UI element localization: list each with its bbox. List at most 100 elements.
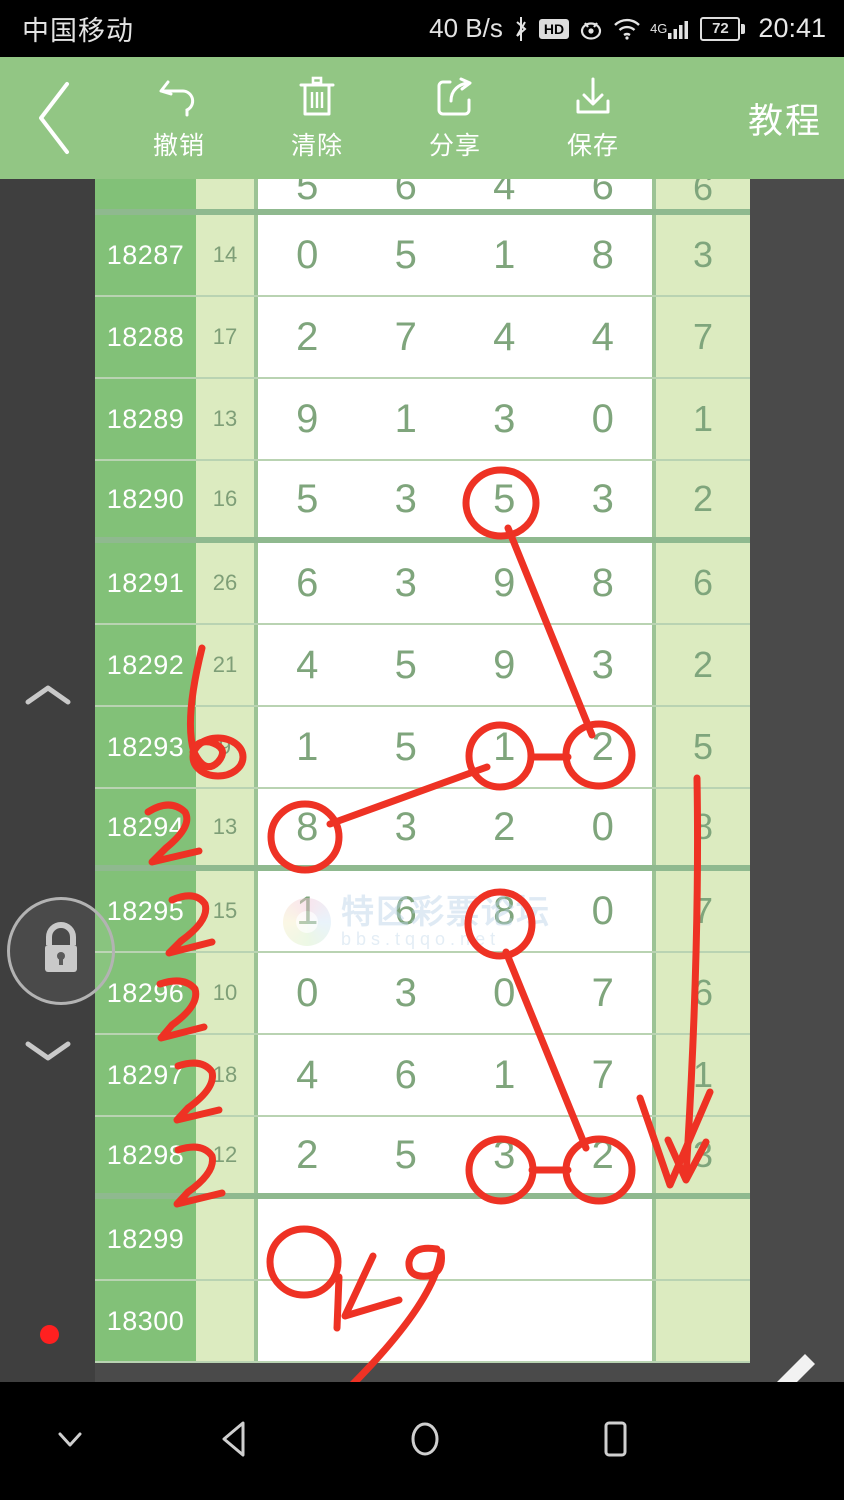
table-row[interactable]: 18289 13 9 1 3 0 1 [95,379,750,461]
digit-cell[interactable]: 4 [455,297,554,377]
lottery-sheet[interactable]: 5 6 4 6 6 18287 14 0 5 1 8 3 18288 17 2 7 4 4 7 18289 13 9 1 3 0… [0,179,844,1382]
table-row[interactable]: 18287 14 0 5 1 8 3 [95,215,750,297]
digit-cell[interactable]: 5 [258,179,357,209]
digit-cell[interactable]: 1 [455,215,554,295]
table-row[interactable]: 18288 17 2 7 4 4 7 [95,297,750,379]
digit-cell[interactable]: 8 [554,543,653,623]
table-row[interactable]: 18294 13 8 3 2 0 8 [95,789,750,871]
digit-cell[interactable] [357,1281,456,1361]
digit-cell[interactable] [455,1199,554,1279]
digit-cell[interactable]: 4 [554,297,653,377]
digit-cell[interactable] [357,1199,456,1279]
digit-cell[interactable]: 2 [554,707,653,787]
table-row[interactable]: 18300 [95,1281,750,1363]
digit-cell[interactable]: 0 [455,953,554,1033]
digit-cell[interactable]: 0 [258,953,357,1033]
digit-cell[interactable]: 5 [357,625,456,705]
digit-cell[interactable]: 3 [357,953,456,1033]
cell-digits[interactable]: 4593 [254,625,656,705]
digit-cell[interactable]: 0 [554,789,653,865]
nav-home-button[interactable] [330,1382,520,1500]
back-button[interactable] [0,57,110,179]
digit-cell[interactable]: 6 [258,543,357,623]
cell-digits[interactable]: 0307 [254,953,656,1033]
digit-cell[interactable]: 1 [258,707,357,787]
digit-cell[interactable]: 5 [357,215,456,295]
pen-color-swatch[interactable] [40,1325,59,1344]
table-row[interactable]: 18296 10 0 3 0 7 6 [95,953,750,1035]
digit-cell[interactable]: 2 [258,297,357,377]
save-button[interactable]: 保存 [524,57,662,179]
digit-cell[interactable]: 3 [455,379,554,459]
digit-cell[interactable]: 8 [554,215,653,295]
table-row[interactable]: 18298 12 2 5 3 2 3 [95,1117,750,1199]
digit-cell[interactable]: 7 [554,1035,653,1115]
digit-cell[interactable]: 2 [258,1117,357,1193]
table-row[interactable]: 18291 26 6 3 9 8 6 [95,543,750,625]
digit-cell[interactable]: 0 [554,871,653,951]
digit-cell[interactable]: 5 [357,1117,456,1193]
digit-cell[interactable] [554,1199,653,1279]
digit-cell[interactable] [554,1281,653,1361]
digit-cell[interactable]: 6 [357,871,456,951]
table-row[interactable]: 18290 16 5 3 5 3 2 [95,461,750,543]
table-row[interactable]: 18297 18 4 6 1 7 1 [95,1035,750,1117]
digit-cell[interactable]: 0 [258,215,357,295]
digit-cell[interactable]: 3 [357,461,456,537]
digit-cell[interactable]: 1 [357,379,456,459]
table-row[interactable]: 18292 21 4 5 9 3 2 [95,625,750,707]
cell-digits[interactable]: 2532 [254,1117,656,1193]
digit-cell[interactable]: 5 [258,461,357,537]
digit-cell[interactable]: 6 [554,179,653,209]
nav-back-button[interactable] [140,1382,330,1500]
share-button[interactable]: 分享 [386,57,524,179]
table-row[interactable]: 18293 9 1 5 1 2 5 [95,707,750,789]
digit-cell[interactable]: 5 [455,461,554,537]
digit-cell[interactable]: 3 [357,543,456,623]
digit-cell[interactable]: 3 [455,1117,554,1193]
tutorial-button[interactable]: 教程 [748,93,822,144]
digit-cell[interactable]: 4 [258,1035,357,1115]
digit-cell[interactable]: 7 [554,953,653,1033]
lock-button[interactable] [7,897,115,1005]
cell-digits[interactable]: 2744 [254,297,656,377]
digit-cell[interactable]: 8 [455,871,554,951]
scroll-down-button[interactable] [0,1031,95,1075]
cell-digits[interactable]: 4617 [254,1035,656,1115]
digit-cell[interactable]: 8 [258,789,357,865]
cell-digits[interactable]: 6398 [254,543,656,623]
digit-cell[interactable]: 7 [357,297,456,377]
cell-digits[interactable] [254,1281,656,1361]
table-row[interactable]: 18295 15 1 6 8 0 7 [95,871,750,953]
table-row[interactable]: 56466 [95,179,750,215]
digit-cell[interactable] [258,1199,357,1279]
digit-cell[interactable]: 2 [554,1117,653,1193]
digit-cell[interactable]: 9 [455,625,554,705]
digit-cell[interactable]: 3 [357,789,456,865]
cell-digits[interactable]: 5353 [254,461,656,537]
digit-cell[interactable]: 6 [357,1035,456,1115]
digit-cell[interactable]: 9 [455,543,554,623]
digit-cell[interactable]: 3 [554,625,653,705]
cell-digits[interactable] [254,1199,656,1279]
cell-digits[interactable]: 1512 [254,707,656,787]
digit-cell[interactable]: 1 [258,871,357,951]
digit-cell[interactable] [258,1281,357,1361]
scroll-up-button[interactable] [0,675,95,719]
digit-cell[interactable]: 1 [455,1035,554,1115]
cell-digits[interactable]: 0518 [254,215,656,295]
digit-cell[interactable]: 0 [554,379,653,459]
digit-cell[interactable]: 4 [258,625,357,705]
cell-digits[interactable]: 5646 [254,179,656,209]
undo-button[interactable]: 撤销 [110,57,248,179]
digit-cell[interactable]: 9 [258,379,357,459]
digit-cell[interactable]: 5 [357,707,456,787]
digit-cell[interactable] [455,1281,554,1361]
hide-keyboard-button[interactable] [0,1382,140,1500]
digit-cell[interactable]: 1 [455,707,554,787]
digit-cell[interactable]: 2 [455,789,554,865]
digit-cell[interactable]: 3 [554,461,653,537]
table-row[interactable]: 18299 [95,1199,750,1281]
cell-digits[interactable]: 8320 [254,789,656,865]
cell-digits[interactable]: 1680 [254,871,656,951]
